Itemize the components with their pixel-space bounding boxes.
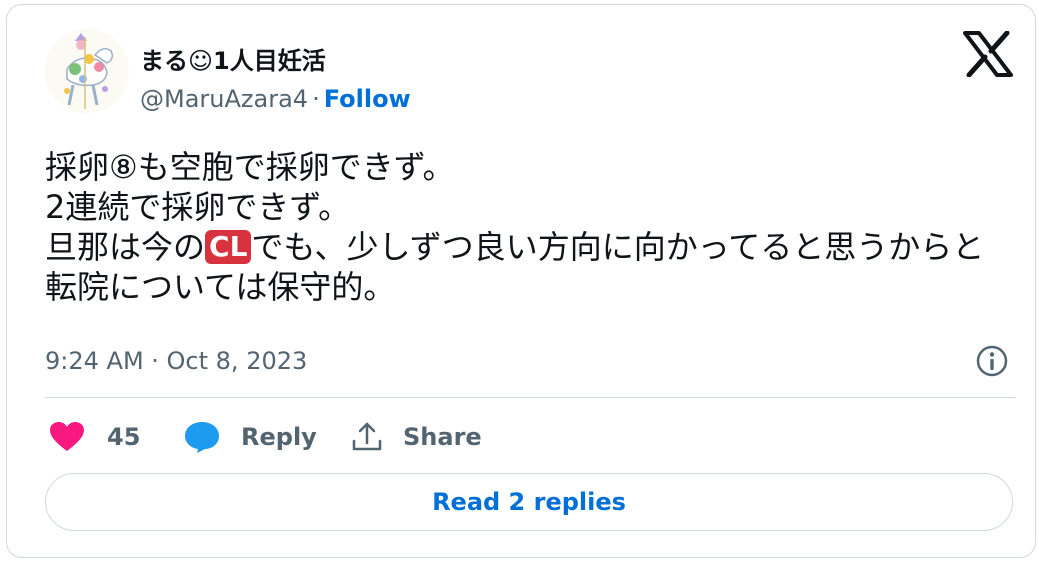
share-icon [352,422,382,451]
tweet-timestamp[interactable]: 9:24 AM · Oct 8, 2023 [45,347,307,375]
read-replies-label: Read 2 replies [432,488,626,516]
cl-badge: CL [205,230,252,264]
share-button[interactable]: Share [351,417,482,457]
read-replies-button[interactable]: Read 2 replies [45,473,1013,531]
share-label: Share [403,423,482,451]
like-button[interactable]: 45 [49,417,140,457]
reply-label: Reply [241,423,317,451]
heart-icon [50,422,84,451]
reply-button[interactable]: Reply [183,417,317,457]
like-count: 45 [107,423,141,451]
info-icon[interactable] [975,344,1009,378]
author-name[interactable]: まる☺︎1人目妊活 [140,41,326,76]
x-logo-icon[interactable] [963,30,1013,78]
follow-link[interactable]: Follow [324,85,411,113]
reply-bubble-icon [185,422,219,453]
author-handle-row: @MaruAzara4 · Follow [140,85,411,113]
tweet-card: まる☺︎1人目妊活 @MaruAzara4 · Follow 採卵⑧も空胞で採卵でき… [6,4,1036,558]
separator-dot: · [312,85,320,113]
divider [45,397,1015,398]
avatar[interactable] [45,29,129,113]
carousel-horse-avatar-icon [45,29,129,113]
author-handle[interactable]: @MaruAzara4 [140,85,308,113]
tweet-text: 採卵⑧も空胞で採卵できず。 2連続で採卵できず。 旦那は今の CL でも、少しずつ良… [45,147,1015,307]
